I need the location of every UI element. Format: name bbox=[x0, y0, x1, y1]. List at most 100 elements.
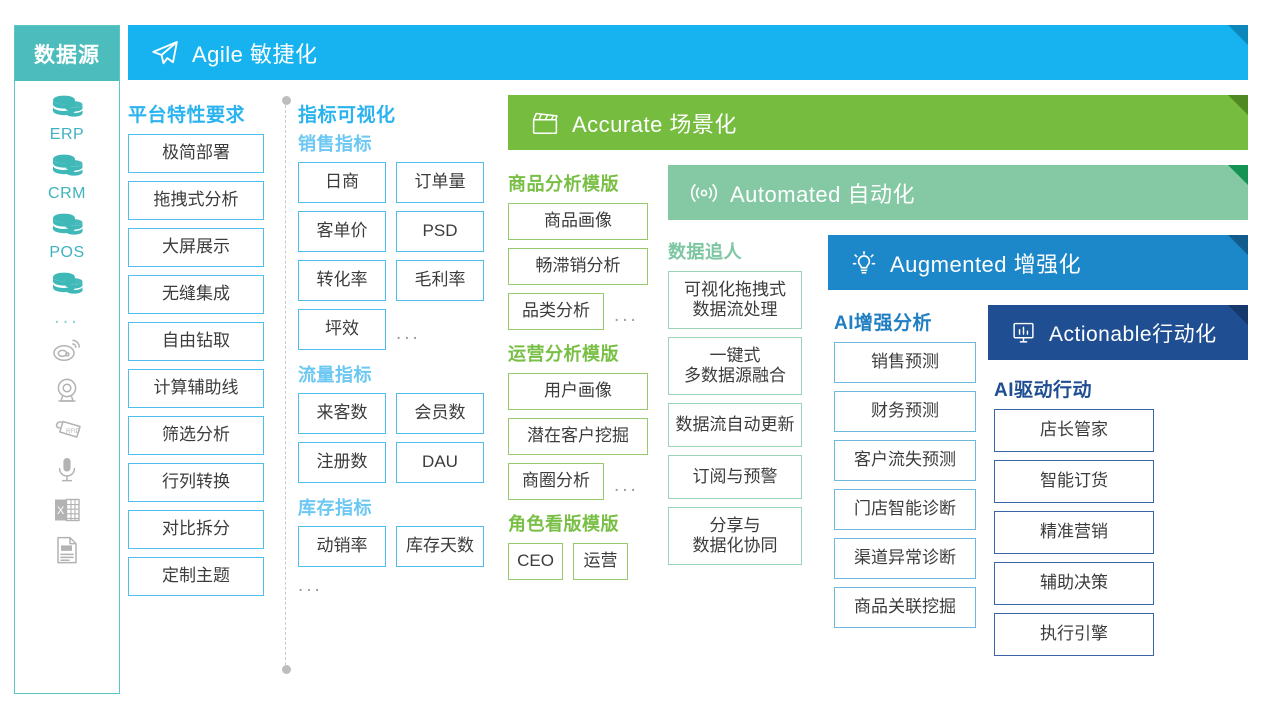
ai-analysis-chip[interactable]: 门店智能诊断 bbox=[834, 489, 976, 530]
banner-accurate[interactable]: Accurate 场景化 bbox=[508, 95, 1248, 150]
datasource-item[interactable] bbox=[50, 268, 84, 302]
ai-analysis-chip[interactable]: 渠道异常诊断 bbox=[834, 538, 976, 579]
template-chip[interactable]: 潜在客户挖掘 bbox=[508, 418, 648, 455]
lightbulb-icon bbox=[850, 249, 878, 277]
metric-chip[interactable]: PSD bbox=[396, 211, 484, 252]
ai-analysis-chip[interactable]: 销售预测 bbox=[834, 342, 976, 383]
metric-chip[interactable]: 会员数 bbox=[396, 393, 484, 434]
feature-chip[interactable]: 筛选分析 bbox=[128, 416, 264, 455]
webcam-icon[interactable] bbox=[52, 370, 82, 410]
feature-chip[interactable]: 拖拽式分析 bbox=[128, 181, 264, 220]
column-ai-driven-action: AI驱动行动 店长管家 智能订货 精准营销 辅助决策 执行引擎 bbox=[994, 375, 1164, 664]
microphone-icon[interactable] bbox=[54, 450, 80, 490]
column-ellipsis: ... bbox=[298, 575, 323, 596]
column-data-pipeline: 数据追人 可视化拖拽式 数据流处理 一键式 多数据源融合 数据流自动更新 订阅与预警 分享与… bbox=[668, 238, 814, 573]
banner-accurate-label: Accurate 场景化 bbox=[572, 111, 737, 137]
ai-action-chip[interactable]: 执行引擎 bbox=[994, 613, 1154, 656]
divider-dot-top bbox=[282, 96, 291, 105]
pipeline-chip[interactable]: 分享与 数据化协同 bbox=[668, 507, 802, 565]
rfid-tag-icon[interactable]: RFID bbox=[51, 410, 83, 450]
banner-actionable-label: Actionable行动化 bbox=[1049, 322, 1217, 346]
template-chip[interactable]: 商圈分析 bbox=[508, 463, 604, 500]
template-chip[interactable]: 畅滞销分析 bbox=[508, 248, 648, 285]
template-chip[interactable]: CEO bbox=[508, 543, 563, 580]
metric-chip[interactable]: 毛利率 bbox=[396, 260, 484, 301]
metric-chip[interactable]: 日商 bbox=[298, 162, 386, 203]
group-title: 库存指标 bbox=[298, 498, 372, 518]
feature-chip[interactable]: 无缝集成 bbox=[128, 275, 264, 314]
banner-actionable[interactable]: Actionable行动化 bbox=[988, 305, 1248, 360]
metric-chip[interactable]: 坪效 bbox=[298, 309, 386, 350]
chip-row: 来客数 会员数 bbox=[298, 393, 500, 442]
metric-chip[interactable]: 动销率 bbox=[298, 526, 386, 567]
template-chip[interactable]: 商品画像 bbox=[508, 203, 648, 240]
ai-analysis-chip[interactable]: 商品关联挖掘 bbox=[834, 587, 976, 628]
feature-chip[interactable]: 对比拆分 bbox=[128, 510, 264, 549]
datasource-item[interactable]: POS bbox=[49, 209, 84, 266]
pipeline-chip[interactable]: 可视化拖拽式 数据流处理 bbox=[668, 271, 802, 329]
chip-row: 坪效... bbox=[298, 309, 500, 358]
datasource-item[interactable]: CRM bbox=[48, 150, 86, 207]
ai-action-chip[interactable]: 精准营销 bbox=[994, 511, 1154, 554]
metric-group-list: 销售指标 日商 订单量 客单价 PSD 转化率 毛利率 坪效... 流量指标 来客数 会员数 注册数 D… bbox=[298, 130, 500, 575]
metric-chip[interactable]: 注册数 bbox=[298, 442, 386, 483]
feature-chip[interactable]: 自由钻取 bbox=[128, 322, 264, 361]
ribbon-fold bbox=[1228, 165, 1248, 185]
excel-file-icon[interactable]: X bbox=[52, 490, 82, 530]
paper-plane-icon bbox=[150, 38, 180, 68]
banner-augmented[interactable]: Augmented 增强化 bbox=[828, 235, 1248, 290]
datasource-item-label: CRM bbox=[48, 185, 86, 202]
chip-row: 品类分析... bbox=[508, 293, 660, 338]
banner-agile-label: Agile 敏捷化 bbox=[192, 41, 318, 67]
clapperboard-icon bbox=[530, 110, 560, 136]
pipeline-chip[interactable]: 数据流自动更新 bbox=[668, 403, 802, 447]
metric-chip[interactable]: 订单量 bbox=[396, 162, 484, 203]
metric-chip[interactable]: 转化率 bbox=[298, 260, 386, 301]
metric-chip[interactable]: 客单价 bbox=[298, 211, 386, 252]
feature-chip[interactable]: 定制主题 bbox=[128, 557, 264, 596]
txt-file-icon[interactable]: TXT bbox=[53, 530, 81, 570]
metric-chip[interactable]: DAU bbox=[396, 442, 484, 483]
ai-action-chip[interactable]: 店长管家 bbox=[994, 409, 1154, 452]
template-chip[interactable]: 运营 bbox=[573, 543, 628, 580]
datasource-title: 数据源 bbox=[15, 26, 119, 81]
template-chip[interactable]: 品类分析 bbox=[508, 293, 604, 330]
weibo-icon[interactable] bbox=[52, 330, 82, 370]
group-title: 商品分析模版 bbox=[508, 174, 619, 194]
group-title: 角色看版模版 bbox=[508, 514, 619, 534]
pipeline-chip[interactable]: 一键式 多数据源融合 bbox=[668, 337, 802, 395]
ribbon-fold bbox=[1228, 95, 1248, 115]
divider-dot-bottom bbox=[282, 665, 291, 674]
template-chip[interactable]: 用户画像 bbox=[508, 373, 648, 410]
feature-chip[interactable]: 极简部署 bbox=[128, 134, 264, 173]
feature-chip-list: 极简部署拖拽式分析大屏展示无缝集成自由钻取计算辅助线筛选分析行列转换对比拆分定制… bbox=[128, 134, 276, 596]
chip-row: 商圈分析... bbox=[508, 463, 660, 508]
ai-analysis-chip-list: 销售预测财务预测客户流失预测 门店智能诊断 渠道异常诊断 商品关联挖掘 bbox=[834, 342, 986, 628]
database-icon bbox=[50, 268, 84, 302]
banner-agile[interactable]: Agile 敏捷化 bbox=[128, 25, 1248, 80]
ai-analysis-chip[interactable]: 财务预测 bbox=[834, 391, 976, 432]
datasource-item[interactable]: ERP bbox=[50, 91, 84, 148]
ai-action-chip-list: 店长管家智能订货精准营销辅助决策执行引擎 bbox=[994, 409, 1164, 656]
ai-analysis-chip[interactable]: 客户流失预测 bbox=[834, 440, 976, 481]
feature-chip[interactable]: 行列转换 bbox=[128, 463, 264, 502]
chip-row: 注册数 DAU bbox=[298, 442, 500, 491]
ai-action-chip[interactable]: 智能订货 bbox=[994, 460, 1154, 503]
metric-chip[interactable]: 库存天数 bbox=[396, 526, 484, 567]
feature-chip[interactable]: 大屏展示 bbox=[128, 228, 264, 267]
group-title: AI增强分析 bbox=[834, 313, 933, 334]
chip-row: 动销率 库存天数 bbox=[298, 526, 500, 575]
datasource-list: ERP CRM POS... RFID X TXT bbox=[15, 81, 119, 570]
pipeline-chip[interactable]: 订阅与预警 bbox=[668, 455, 802, 499]
group-title: 流量指标 bbox=[298, 365, 372, 385]
feature-chip[interactable]: 计算辅助线 bbox=[128, 369, 264, 408]
column-metric-visualization: 指标可视化 销售指标 日商 订单量 客单价 PSD 转化率 毛利率 坪效... 流量指标 来客数会… bbox=[298, 100, 500, 597]
group-ellipsis: ... bbox=[396, 322, 421, 344]
column-divider bbox=[282, 96, 291, 674]
group-title: 销售指标 bbox=[298, 134, 372, 154]
datasource-item-label: POS bbox=[49, 244, 85, 261]
column-platform-features: 平台特性要求 极简部署 拖拽式分析 大屏展示 无缝集成 自由钻取 计算辅助线 筛选分析 行列转… bbox=[128, 100, 276, 604]
ai-action-chip[interactable]: 辅助决策 bbox=[994, 562, 1154, 605]
metric-chip[interactable]: 来客数 bbox=[298, 393, 386, 434]
banner-automated[interactable]: Automated 自动化 bbox=[668, 165, 1248, 220]
